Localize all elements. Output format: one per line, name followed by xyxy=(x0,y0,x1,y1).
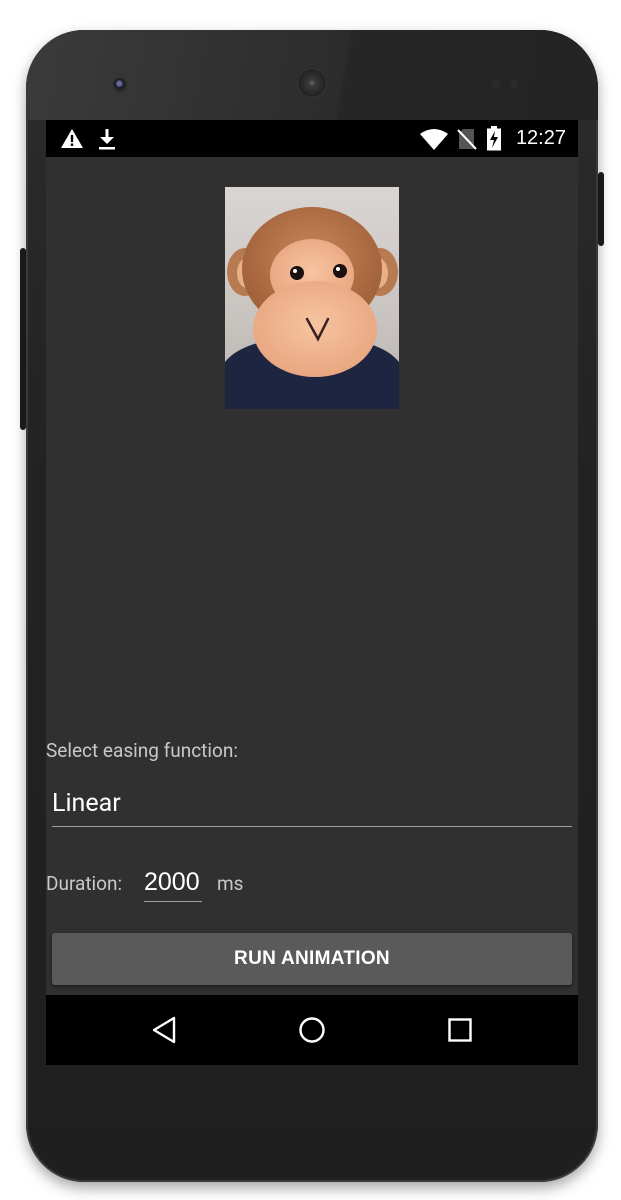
wifi-icon xyxy=(420,129,448,150)
warning-icon xyxy=(61,129,83,148)
recents-icon xyxy=(448,1018,472,1042)
easing-spinner[interactable]: Linear xyxy=(52,786,572,827)
front-camera-icon xyxy=(113,78,127,92)
back-button[interactable] xyxy=(144,1012,184,1048)
battery-charging-icon xyxy=(487,126,501,151)
duration-label: Duration: xyxy=(46,872,123,895)
screen: 12:27 Select easing function: Linear Dur… xyxy=(46,120,578,1065)
power-button xyxy=(598,172,604,246)
light-sensor xyxy=(510,80,518,88)
download-icon xyxy=(99,129,115,150)
easing-label: Select easing function: xyxy=(46,739,238,762)
duration-unit-label: ms xyxy=(217,872,244,895)
run-animation-button[interactable]: RUN ANIMATION xyxy=(52,933,572,985)
back-icon xyxy=(152,1016,176,1044)
recents-button[interactable] xyxy=(440,1012,480,1048)
proximity-sensor xyxy=(492,80,500,88)
easing-selected-value: Linear xyxy=(52,789,121,818)
status-bar: 12:27 xyxy=(46,120,578,157)
status-time: 12:27 xyxy=(515,127,566,149)
home-button[interactable] xyxy=(292,1012,332,1048)
no-sim-icon xyxy=(457,129,477,150)
volume-button xyxy=(20,248,26,430)
duration-input[interactable] xyxy=(144,864,202,902)
monkey-image xyxy=(225,187,399,409)
home-icon xyxy=(299,1017,325,1043)
navigation-bar xyxy=(46,995,578,1065)
earpiece-speaker-icon xyxy=(297,68,327,98)
